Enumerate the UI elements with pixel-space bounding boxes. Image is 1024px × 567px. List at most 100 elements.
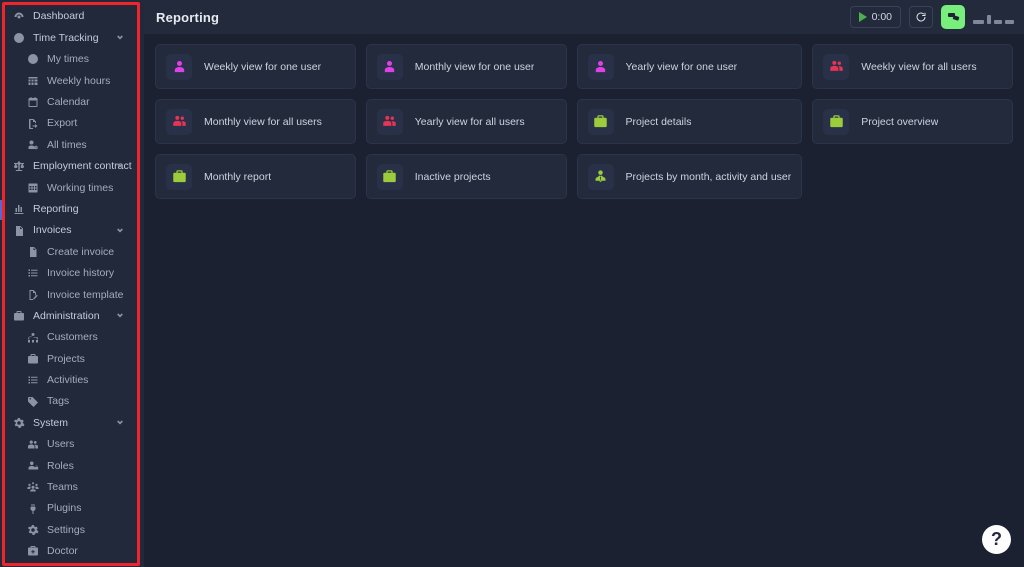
clock-icon (13, 32, 25, 44)
briefcase-icon (823, 109, 849, 135)
list-icon (27, 374, 39, 386)
report-card-label: Project details (626, 116, 692, 128)
report-card[interactable]: Inactive projects (366, 154, 567, 199)
sidebar-item-invoice-history[interactable]: Invoice history (0, 263, 144, 284)
sidebar-item-label: Users (47, 439, 74, 450)
sidebar-item-invoices[interactable]: Invoices (0, 220, 144, 241)
start-timer-button[interactable]: 0:00 (850, 6, 901, 28)
sidebar-item-tags[interactable]: Tags (0, 391, 144, 412)
sidebar-item-plugins[interactable]: Plugins (0, 498, 144, 519)
sidebar-item-weekly-hours[interactable]: Weekly hours (0, 70, 144, 91)
report-card-label: Project overview (861, 116, 938, 128)
calendar-icon (26, 96, 39, 109)
doc-edit-icon (26, 288, 39, 301)
sidebar-item-working-times[interactable]: Working times (0, 177, 144, 198)
sidebar-item-administration[interactable]: Administration (0, 305, 144, 326)
users-icon (166, 109, 192, 135)
topbar: Reporting 0:00 (144, 0, 1024, 34)
page-title: Reporting (156, 10, 219, 25)
medkit-icon (27, 545, 39, 557)
report-card[interactable]: Yearly view for one user (577, 44, 803, 89)
report-card[interactable]: Weekly view for all users (812, 44, 1013, 89)
briefcase-icon (588, 109, 614, 135)
table-icon (26, 181, 39, 194)
briefcase-icon (593, 114, 608, 129)
user-clock-icon (26, 139, 39, 152)
reload-button[interactable] (909, 6, 933, 28)
report-card[interactable]: Project details (577, 99, 803, 144)
briefcase-icon (166, 164, 192, 190)
report-card[interactable]: Projects by month, activity and user (577, 154, 803, 199)
sidebar-item-activities[interactable]: Activities (0, 370, 144, 391)
user-lock-icon (26, 459, 39, 472)
topbar-actions: 0:00 (850, 5, 1014, 29)
chevron-down-icon[interactable] (116, 311, 124, 321)
sidebar-item-system[interactable]: System (0, 412, 144, 433)
sidebar-item-doctor[interactable]: Doctor (0, 541, 144, 562)
user-tie-icon (588, 164, 614, 190)
report-card-label: Yearly view for all users (415, 116, 525, 128)
sidebar-item-label: Create invoice (47, 247, 114, 258)
report-card-label: Monthly view for all users (204, 116, 322, 128)
sidebar-item-roles[interactable]: Roles (0, 455, 144, 476)
report-card-label: Yearly view for one user (626, 61, 738, 73)
report-card-label: Monthly view for one user (415, 61, 535, 73)
sidebar-item-label: My times (47, 54, 89, 65)
calendar-icon (27, 96, 39, 108)
chevron-down-icon[interactable] (116, 226, 124, 236)
sidebar: Dashboard Time Tracking My times Weekly hou… (0, 0, 144, 567)
sidebar-item-reporting[interactable]: Reporting (0, 199, 144, 220)
report-card[interactable]: Project overview (812, 99, 1013, 144)
sidebar-item-label: Customers (47, 332, 98, 343)
sidebar-item-label: Dashboard (33, 11, 84, 22)
sidebar-item-all-times[interactable]: All times (0, 134, 144, 155)
sidebar-item-label: Tags (47, 396, 69, 407)
users-icon (27, 439, 39, 451)
sidebar-item-label: Administration (33, 311, 100, 322)
clock-icon (27, 53, 39, 65)
chevron-down-icon[interactable] (116, 418, 124, 428)
grid-icon (27, 75, 39, 87)
sidebar-item-projects[interactable]: Projects (0, 348, 144, 369)
sidebar-item-teams[interactable]: Teams (0, 477, 144, 498)
chart-bar-icon (13, 203, 25, 215)
team-icon (26, 481, 39, 494)
chevron-down-icon[interactable] (116, 161, 124, 171)
sidebar-item-label: Roles (47, 461, 74, 472)
tag-icon (27, 396, 39, 408)
user-icon (382, 59, 397, 74)
sidebar-item-employment-contract[interactable]: Employment contract (0, 156, 144, 177)
invoice-icon (12, 224, 25, 237)
user-icon (172, 59, 187, 74)
avatar[interactable] (941, 5, 965, 29)
users-icon (172, 114, 187, 129)
sidebar-item-customers[interactable]: Customers (0, 327, 144, 348)
sidebar-item-label: Export (47, 118, 77, 129)
sidebar-item-settings[interactable]: Settings (0, 519, 144, 540)
sidebar-item-invoice-template[interactable]: Invoice template (0, 284, 144, 305)
sidebar-item-create-invoice[interactable]: Create invoice (0, 241, 144, 262)
sidebar-item-calendar[interactable]: Calendar (0, 92, 144, 113)
plug-icon (26, 502, 39, 515)
medkit-icon (26, 545, 39, 558)
sidebar-item-time-tracking[interactable]: Time Tracking (0, 27, 144, 48)
sidebar-item-export[interactable]: Export (0, 113, 144, 134)
gear-icon (12, 417, 25, 430)
report-card[interactable]: Weekly view for one user (155, 44, 356, 89)
sidebar-item-my-times[interactable]: My times (0, 49, 144, 70)
report-card[interactable]: Yearly view for all users (366, 99, 567, 144)
clock-icon (12, 32, 25, 45)
avatar-identicon-part (953, 15, 960, 21)
invoice-icon (13, 225, 25, 237)
report-card[interactable]: Monthly report (155, 154, 356, 199)
sidebar-item-dashboard[interactable]: Dashboard (0, 6, 144, 27)
sidebar-item-users[interactable]: Users (0, 434, 144, 455)
username-label[interactable] (973, 10, 1014, 24)
chevron-down-icon[interactable] (116, 33, 124, 43)
customer-icon (27, 332, 39, 344)
list-icon (27, 267, 39, 279)
help-button[interactable]: ? (982, 525, 1011, 554)
report-card[interactable]: Monthly view for all users (155, 99, 356, 144)
sidebar-item-label: Working times (47, 183, 113, 194)
report-card[interactable]: Monthly view for one user (366, 44, 567, 89)
